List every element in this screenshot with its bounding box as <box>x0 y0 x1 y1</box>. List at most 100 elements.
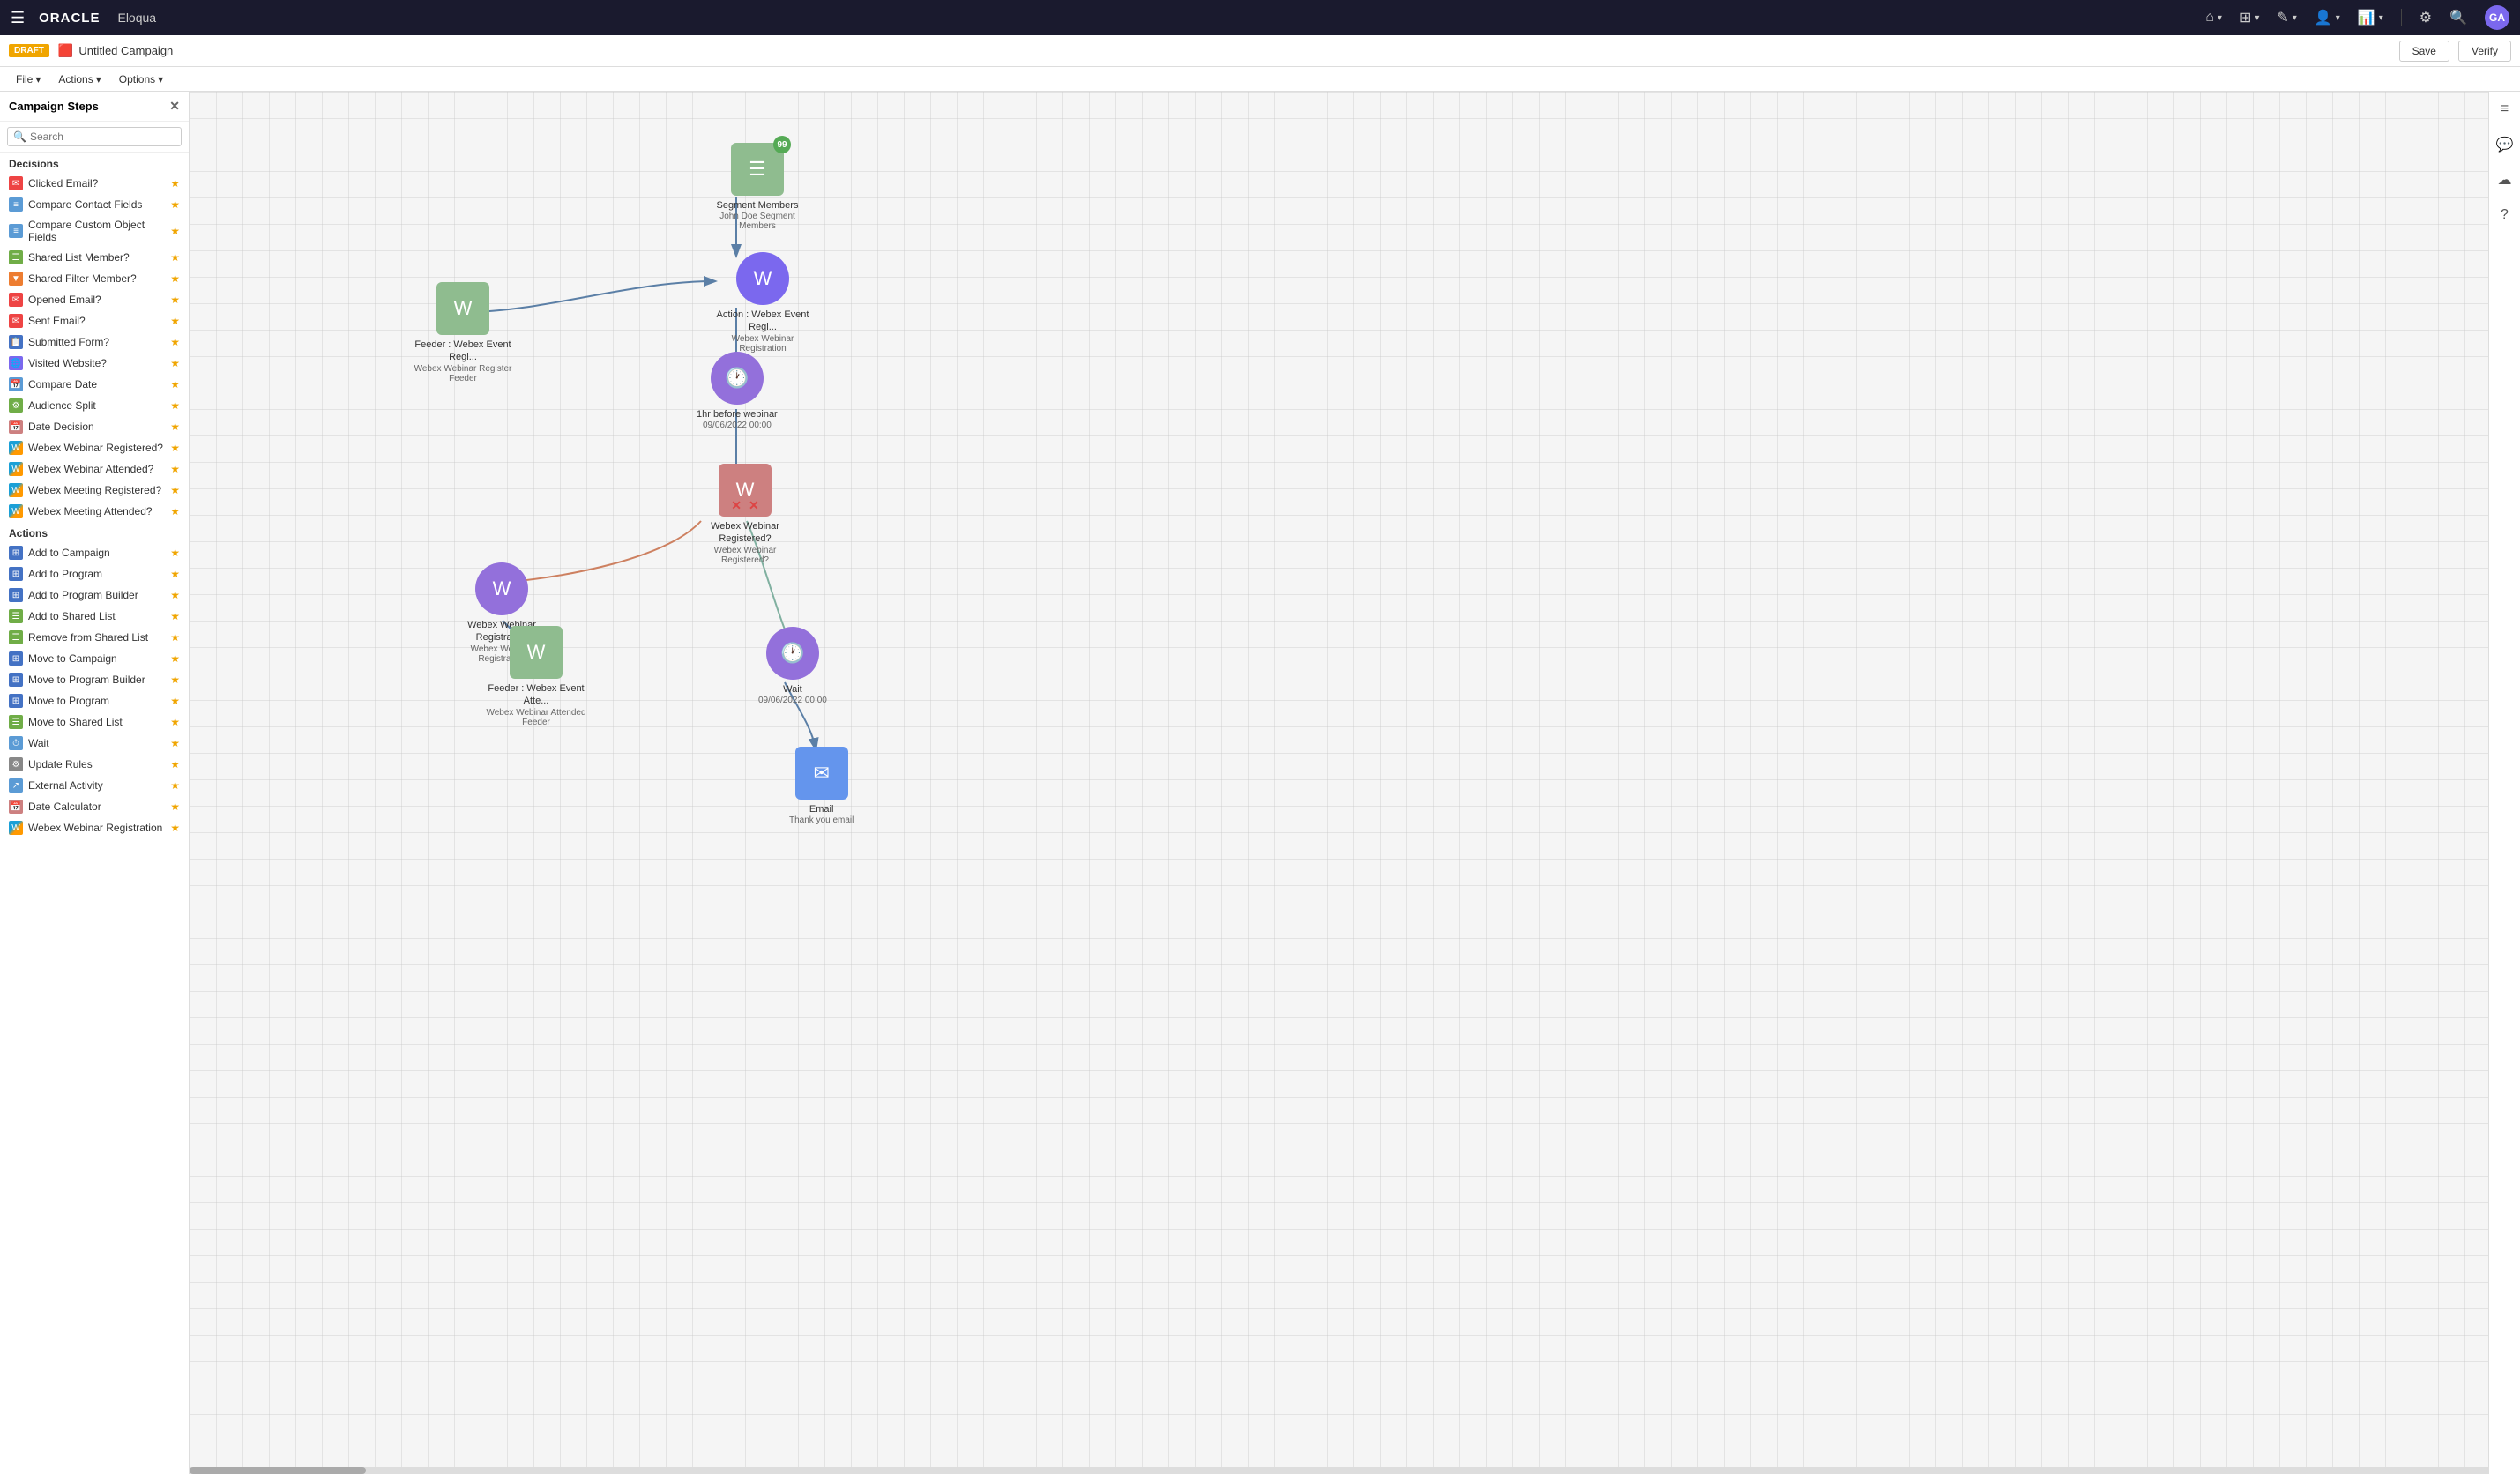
sidebar-item-star-12[interactable]: ★ <box>170 800 180 813</box>
sidebar-item-3[interactable]: ☰Add to Shared List★ <box>0 606 189 627</box>
sidebar-item-star-13[interactable]: ★ <box>170 822 180 834</box>
verify-button[interactable]: Verify <box>2458 41 2511 62</box>
actions-menu[interactable]: Actions ▾ <box>51 71 108 87</box>
sidebar-close-icon[interactable]: ✕ <box>169 99 180 114</box>
sidebar-item-star-0[interactable]: ★ <box>170 547 180 559</box>
sidebar-item-star-15[interactable]: ★ <box>170 505 180 517</box>
sidebar-item-12[interactable]: 📅Date Calculator★ <box>0 796 189 817</box>
sidebar-item-star-13[interactable]: ★ <box>170 463 180 475</box>
edit-nav-button[interactable]: ✎ ▾ <box>2277 9 2296 26</box>
sidebar-item-10[interactable]: ⚙Audience Split★ <box>0 395 189 416</box>
decision-node[interactable]: W ✕ ✕ Webex Webinar Registered? Webex We… <box>692 464 798 565</box>
sidebar-item-5[interactable]: ⊞Move to Campaign★ <box>0 648 189 669</box>
sidebar-item-8[interactable]: 🌐Visited Website?★ <box>0 353 189 374</box>
sidebar-item-2[interactable]: ≡Compare Custom Object Fields★ <box>0 215 189 247</box>
sidebar-item-15[interactable]: WWebex Meeting Attended?★ <box>0 501 189 522</box>
sidebar-item-9[interactable]: 📅Compare Date★ <box>0 374 189 395</box>
wait1-node[interactable]: 🕐 1hr before webinar 09/06/2022 00:00 <box>697 352 778 430</box>
file-menu[interactable]: File ▾ <box>9 71 48 87</box>
right-panel-comment-icon[interactable]: 💬 <box>2494 134 2516 155</box>
contact-nav-button[interactable]: 👤 ▾ <box>2315 9 2340 26</box>
wait2-node[interactable]: 🕐 Wait 09/06/2022 00:00 <box>758 627 827 705</box>
segment-members-node[interactable]: 99 ☰ Segment Members John Doe Segment Me… <box>705 143 810 231</box>
sidebar-item-0[interactable]: ⊞Add to Campaign★ <box>0 542 189 563</box>
sidebar-item-1[interactable]: ⊞Add to Program★ <box>0 563 189 584</box>
report-nav-button[interactable]: 📊 ▾ <box>2358 9 2383 26</box>
right-panel-list-icon[interactable]: ≡ <box>2494 99 2516 120</box>
sidebar-item-7[interactable]: ⊞Move to Program★ <box>0 690 189 711</box>
sidebar-item-star-2[interactable]: ★ <box>170 589 180 601</box>
wait2-icon: 🕐 <box>780 642 804 665</box>
sidebar-item-4[interactable]: ▼Shared Filter Member?★ <box>0 268 189 289</box>
sidebar-item-4[interactable]: ☰Remove from Shared List★ <box>0 627 189 648</box>
sidebar-item-icon-4: ☰ <box>9 630 23 644</box>
sidebar-item-13[interactable]: WWebex Webinar Attended?★ <box>0 458 189 480</box>
canvas-scrollbar-thumb[interactable] <box>190 1467 366 1474</box>
action-node[interactable]: W Action : Webex Event Regi... Webex Web… <box>710 252 816 354</box>
options-menu[interactable]: Options ▾ <box>112 71 170 87</box>
sidebar-item-10[interactable]: ⚙Update Rules★ <box>0 754 189 775</box>
sidebar-item-star-4[interactable]: ★ <box>170 631 180 644</box>
sidebar-item-star-8[interactable]: ★ <box>170 716 180 728</box>
sidebar-item-icon-10: ⚙ <box>9 398 23 413</box>
sidebar-item-3[interactable]: ☰Shared List Member?★ <box>0 247 189 268</box>
sidebar-item-star-2[interactable]: ★ <box>170 225 180 237</box>
sidebar-item-11[interactable]: ↗External Activity★ <box>0 775 189 796</box>
sidebar-item-11[interactable]: 📅Date Decision★ <box>0 416 189 437</box>
email-node[interactable]: ✉ Email Thank you email <box>789 747 854 825</box>
sidebar-item-star-7[interactable]: ★ <box>170 336 180 348</box>
canvas-area[interactable]: 99 ☰ Segment Members John Doe Segment Me… <box>190 92 2488 1474</box>
user-avatar[interactable]: GA <box>2485 5 2509 30</box>
sidebar-item-star-9[interactable]: ★ <box>170 378 180 391</box>
search-nav-button[interactable]: 🔍 <box>2449 9 2467 26</box>
sidebar-item-star-0[interactable]: ★ <box>170 177 180 190</box>
sidebar-item-star-3[interactable]: ★ <box>170 251 180 264</box>
decisions-items: ✉Clicked Email?★≡Compare Contact Fields★… <box>0 173 189 522</box>
sidebar-item-8[interactable]: ☰Move to Shared List★ <box>0 711 189 733</box>
sidebar-item-label-11: External Activity <box>28 779 165 792</box>
sidebar-item-14[interactable]: WWebex Meeting Registered?★ <box>0 480 189 501</box>
sidebar-item-star-14[interactable]: ★ <box>170 484 180 496</box>
sidebar-item-1[interactable]: ≡Compare Contact Fields★ <box>0 194 189 215</box>
sidebar-item-6[interactable]: ✉Sent Email?★ <box>0 310 189 331</box>
search-input[interactable] <box>30 130 175 143</box>
sidebar-item-5[interactable]: ✉Opened Email?★ <box>0 289 189 310</box>
sidebar-item-star-5[interactable]: ★ <box>170 294 180 306</box>
sidebar-item-star-6[interactable]: ★ <box>170 674 180 686</box>
sidebar-item-12[interactable]: WWebex Webinar Registered?★ <box>0 437 189 458</box>
sidebar-item-star-8[interactable]: ★ <box>170 357 180 369</box>
right-panel-help-icon[interactable]: ? <box>2494 205 2516 226</box>
home-nav-button[interactable]: ⌂ ▾ <box>2205 10 2222 26</box>
sidebar-item-star-1[interactable]: ★ <box>170 198 180 211</box>
sidebar-item-star-10[interactable]: ★ <box>170 758 180 770</box>
sidebar-item-star-7[interactable]: ★ <box>170 695 180 707</box>
grid-nav-button[interactable]: ⊞ ▾ <box>2240 9 2259 26</box>
sidebar-item-6[interactable]: ⊞Move to Program Builder★ <box>0 669 189 690</box>
sidebar-item-0[interactable]: ✉Clicked Email?★ <box>0 173 189 194</box>
hamburger-menu-icon[interactable]: ☰ <box>11 9 25 27</box>
sidebar-item-star-12[interactable]: ★ <box>170 442 180 454</box>
sidebar-item-icon-3: ☰ <box>9 609 23 623</box>
sidebar-item-7[interactable]: 📋Submitted Form?★ <box>0 331 189 353</box>
sidebar-item-star-11[interactable]: ★ <box>170 779 180 792</box>
canvas-scrollbar[interactable] <box>190 1467 2488 1474</box>
save-button[interactable]: Save <box>2399 41 2449 62</box>
sidebar-item-13[interactable]: WWebex Webinar Registration★ <box>0 817 189 838</box>
sidebar-item-label-7: Submitted Form? <box>28 336 165 348</box>
sidebar-item-star-1[interactable]: ★ <box>170 568 180 580</box>
sidebar-item-2[interactable]: ⊞Add to Program Builder★ <box>0 584 189 606</box>
sidebar-item-star-9[interactable]: ★ <box>170 737 180 749</box>
settings-nav-button[interactable]: ⚙ <box>2419 9 2432 26</box>
sidebar-item-star-4[interactable]: ★ <box>170 272 180 285</box>
feeder1-node[interactable]: W Feeder : Webex Event Regi... Webex Web… <box>410 282 516 383</box>
sidebar-item-star-10[interactable]: ★ <box>170 399 180 412</box>
sidebar-item-star-3[interactable]: ★ <box>170 610 180 622</box>
sidebar-item-star-6[interactable]: ★ <box>170 315 180 327</box>
feeder2-node[interactable]: W Feeder : Webex Event Atte... Webex Web… <box>483 626 589 727</box>
right-panel-cloud-icon[interactable]: ☁ <box>2494 169 2516 190</box>
sidebar-item-9[interactable]: ⏱Wait★ <box>0 733 189 754</box>
sidebar-item-star-11[interactable]: ★ <box>170 421 180 433</box>
sidebar-item-icon-1: ⊞ <box>9 567 23 581</box>
segment-icon: ☰ <box>749 158 766 181</box>
sidebar-item-star-5[interactable]: ★ <box>170 652 180 665</box>
